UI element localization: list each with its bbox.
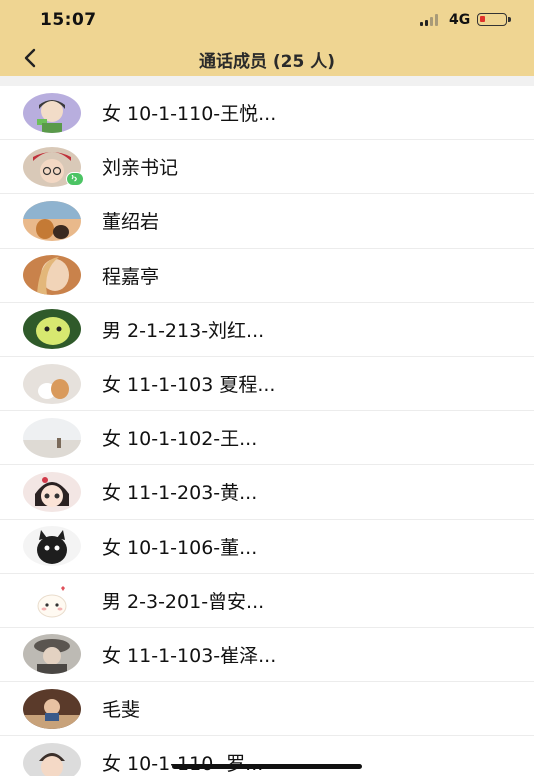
- member-row[interactable]: 女 11-1-103-崔泽...: [0, 628, 534, 683]
- avatar: [23, 580, 81, 621]
- member-row[interactable]: 女 11-1-103 夏程...: [0, 357, 534, 412]
- avatar: [23, 255, 81, 296]
- avatar: [23, 200, 81, 241]
- avatar: [23, 92, 81, 133]
- member-name: 女 10-1-102-王...: [102, 428, 258, 451]
- member-row[interactable]: 董绍岩: [0, 194, 534, 249]
- page-title: 通话成员 (25 人): [198, 52, 336, 72]
- nav-bar: 通话成员 (25 人): [0, 40, 534, 76]
- member-name: 女 10-1-110- 罗...: [102, 753, 263, 776]
- member-list: 女 10-1-110-王悦... 刘亲书记 董绍岩 程嘉亭 男 2-1-213-…: [0, 86, 534, 776]
- member-name: 女 11-1-103 夏程...: [102, 374, 276, 397]
- member-name: 程嘉亭: [102, 265, 160, 288]
- member-name: 女 10-1-110-王悦...: [102, 103, 277, 126]
- signal-icon: [420, 13, 438, 26]
- member-row[interactable]: 毛斐: [0, 682, 534, 737]
- home-indicator: [172, 764, 362, 769]
- member-row[interactable]: 刘亲书记: [0, 140, 534, 195]
- member-name: 女 11-1-203-黄...: [102, 482, 258, 505]
- member-row[interactable]: 女 10-1-110-王悦...: [0, 86, 534, 141]
- avatar: [23, 417, 81, 458]
- avatar: [23, 471, 81, 512]
- network-type: 4G: [449, 12, 471, 28]
- member-row[interactable]: 女 10-1-110- 罗...: [0, 736, 534, 776]
- status-bar: 15:07 4G: [0, 0, 534, 40]
- member-name: 女 11-1-103-崔泽...: [102, 644, 277, 667]
- member-row[interactable]: 女 10-1-106-董...: [0, 520, 534, 574]
- battery-icon: [477, 13, 511, 26]
- member-name: 男 2-3-201-曾安...: [102, 590, 265, 613]
- member-row[interactable]: 男 2-1-213-刘红...: [0, 303, 534, 357]
- member-row[interactable]: 女 11-1-203-黄...: [0, 465, 534, 520]
- member-row[interactable]: 男 2-3-201-曾安...: [0, 574, 534, 628]
- member-row[interactable]: 程嘉亭: [0, 249, 534, 303]
- member-name: 男 2-1-213-刘红...: [102, 319, 265, 342]
- member-name: 女 10-1-106-董...: [102, 536, 258, 559]
- speaking-icon: [66, 172, 84, 187]
- avatar: [23, 309, 81, 350]
- member-name: 毛斐: [102, 699, 141, 722]
- avatar: [23, 688, 81, 729]
- avatar: [23, 526, 81, 567]
- section-gap: [0, 76, 534, 86]
- member-name: 刘亲书记: [102, 157, 179, 180]
- avatar: [23, 363, 81, 404]
- status-time: 15:07: [40, 10, 97, 30]
- avatar: [23, 634, 81, 675]
- member-row[interactable]: 女 10-1-102-王...: [0, 411, 534, 466]
- avatar: [23, 742, 81, 776]
- member-name: 董绍岩: [102, 211, 160, 234]
